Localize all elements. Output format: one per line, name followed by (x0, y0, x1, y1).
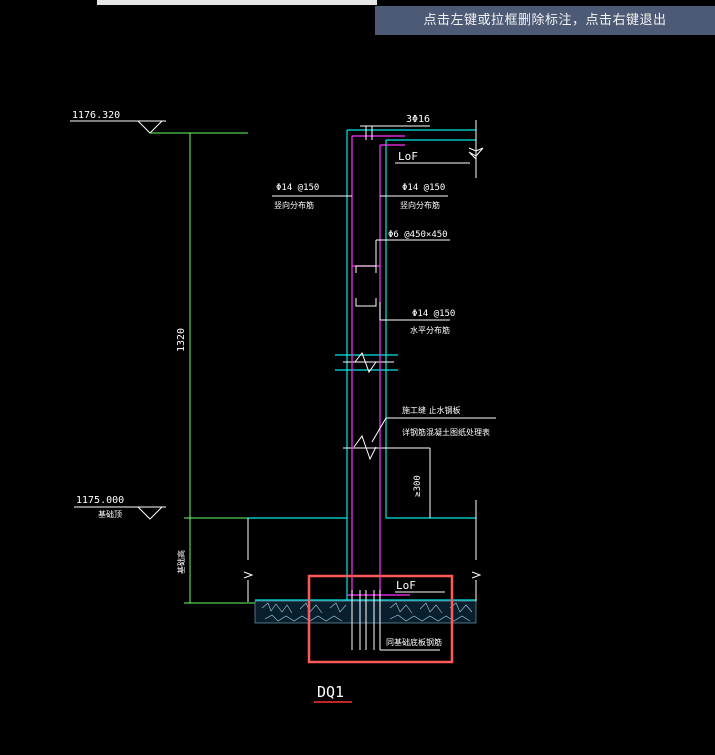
dimension-300: ≥300 (413, 475, 423, 497)
elevation-top-label: 1176.320 (72, 110, 120, 121)
joint-note-2: 详钢筋混凝土图纸处理表 (402, 427, 490, 437)
lof-top-label: LoF (398, 150, 418, 163)
lof-bottom-label: LoF (396, 579, 416, 592)
right-vertical-label: 竖向分布筋 (400, 200, 440, 210)
side-dimension-label: 基础高 (176, 550, 186, 574)
tie-rebar-symbol (355, 239, 450, 307)
tie-rebar-label: Φ6 @450×450 (388, 230, 448, 240)
base-rebar-note: 同基础底板钢筋 (386, 637, 442, 647)
joint-note-1: 施工缝 止水钢板 (402, 405, 461, 415)
horizontal-rebar: Φ14 @150 (412, 309, 455, 319)
base-top-label: 基础顶 (98, 509, 122, 519)
vertical-rebar-callouts (272, 195, 496, 518)
right-vertical-rebar: Φ14 @150 (402, 183, 445, 193)
height-dimension: 1320 基础高 (176, 132, 255, 604)
horizontal-rebar-label: 水平分布筋 (410, 325, 450, 335)
elevation-bottom-label: 1175.000 (76, 495, 124, 506)
drawing-title: DQ1 (317, 683, 344, 701)
bottom-elevation-marker: 1175.000 基础顶 (74, 495, 166, 520)
left-vertical-label: 竖向分布筋 (274, 200, 314, 210)
top-elevation-marker: 1176.320 (70, 110, 248, 134)
top-rebar-label: 3Φ16 (406, 114, 430, 125)
left-vertical-rebar: Φ14 @150 (276, 183, 319, 193)
dimension-1320: 1320 (176, 328, 187, 352)
cad-drawing-canvas[interactable]: 1176.320 1175.000 基础顶 1320 基础高 3Φ16 LoF … (0, 0, 715, 755)
